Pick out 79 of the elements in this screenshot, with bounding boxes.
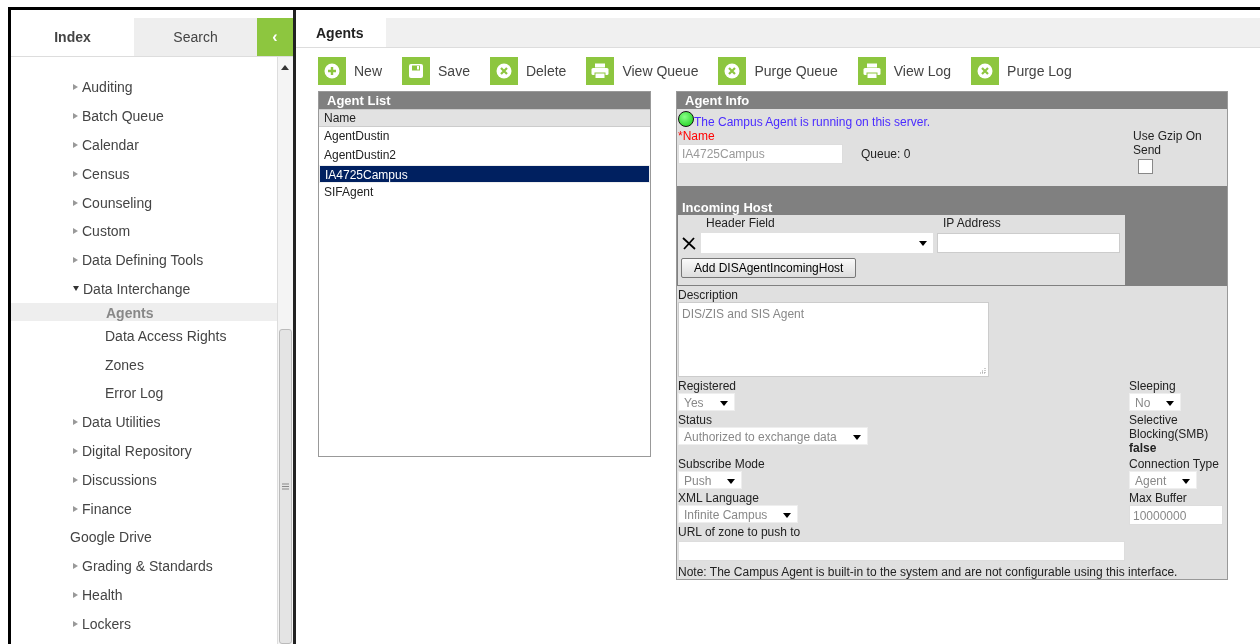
nav-item[interactable]: Data Defining Tools [11,245,277,275]
nav-item[interactable]: Counseling [11,188,277,217]
close-circle-icon [724,63,741,79]
nav-item[interactable]: Data Utilities [11,407,277,437]
arrow-up-icon[interactable] [281,65,289,70]
column-header: IP Address [943,216,1001,230]
field-value: false [1129,441,1157,455]
field-label: *Name [678,129,716,143]
nav-item[interactable]: Google Drive [11,522,277,552]
agent-row[interactable]: IA4725Campus [319,165,650,183]
resize-grip-icon[interactable] [979,367,986,374]
ip-address-field[interactable] [937,233,1120,253]
column-header: Header Field [705,216,776,230]
close-circle-icon [495,63,512,79]
queue-count: Queue: 0 [861,147,911,161]
nav-item[interactable]: Digital Repository [11,436,277,466]
url-field[interactable] [678,541,1125,561]
header-field-dropdown[interactable] [701,233,933,253]
dropdown[interactable]: Push [678,471,743,489]
dropdown[interactable]: Authorized to exchange data [678,427,868,445]
dropdown[interactable]: Yes [678,393,735,411]
panel-title: Agent Info [677,92,1227,109]
nav-item[interactable]: Grading & Standards [11,551,277,581]
remove-icon[interactable] [682,236,696,250]
agent-row[interactable]: AgentDustin2 [319,146,650,165]
scrollbar[interactable] [277,57,293,644]
toolbar-button[interactable]: View Queue [586,57,699,85]
note-text: Note: The Campus Agent is built-in to the system and are not configurable using this interface. [678,565,1179,579]
field-label: Status [678,413,713,427]
printer-icon [591,63,610,79]
description-field[interactable]: DIS/ZIS and SIS Agent [678,302,989,377]
field-label: Sleeping [1129,379,1176,393]
nav-item[interactable]: Data Access Rights [11,321,277,351]
field-label: Subscribe Mode [678,457,765,471]
field-label: Max Buffer [1129,491,1187,505]
grip-icon [282,483,289,490]
field-label: Connection Type [1129,457,1219,471]
toolbar-button[interactable]: Purge Log [971,57,1072,85]
toolbar-button[interactable]: Purge Queue [718,57,838,85]
toolbar-button[interactable]: Delete [489,57,567,85]
input-field[interactable]: 10000000 [1129,505,1223,525]
sidebar-tab[interactable]: Search [134,18,257,56]
toolbar-button[interactable]: Save [402,57,470,85]
nav-item[interactable]: Error Log [11,378,277,408]
close-circle-icon [977,63,994,79]
agent-row[interactable]: AgentDustin [319,127,650,146]
page-tab[interactable]: Agents [296,18,386,47]
nav-item[interactable]: Lockers [11,609,277,639]
checkbox[interactable] [1138,159,1153,174]
nav-item[interactable]: Batch Queue [11,101,277,131]
toolbar-button[interactable]: View Log [857,57,952,85]
nav-item[interactable]: Zones [11,350,277,379]
panel-title: Agent List [319,92,650,109]
nav-item[interactable]: Data Interchange [11,274,277,304]
field-label: XML Language [678,491,759,505]
floppy-icon [408,63,424,79]
field-label: Use Gzip On Send [1133,129,1203,157]
printer-icon [862,63,881,79]
agent-row[interactable]: SIFAgent [319,183,650,202]
toolbar-button[interactable]: New [318,57,382,85]
field-label: Description [678,288,740,302]
dropdown[interactable]: No [1129,393,1182,411]
column-header: Name [319,109,650,127]
section-title: Incoming Host [681,200,774,215]
plus-icon [324,63,340,79]
nav-item[interactable]: Census [11,159,277,189]
nav-item[interactable]: Health [11,580,277,610]
nav-item[interactable]: Calendar [11,130,277,160]
field-label: Selective Blocking(SMB) [1129,413,1210,441]
nav-item[interactable]: Finance [11,494,277,523]
field-label: URL of zone to push to [678,525,802,539]
nav-item[interactable]: Discussions [11,465,277,495]
nav-item[interactable]: Custom [11,217,277,246]
field-label: Registered [678,379,737,393]
nav-item[interactable]: Auditing [11,73,277,102]
dropdown[interactable]: Infinite Campus [678,505,799,523]
dropdown[interactable]: Agent [1129,471,1198,489]
add-host-button[interactable]: Add DISAgentIncomingHost [681,258,857,278]
status-message: The Campus Agent is running on this server. [694,115,931,129]
